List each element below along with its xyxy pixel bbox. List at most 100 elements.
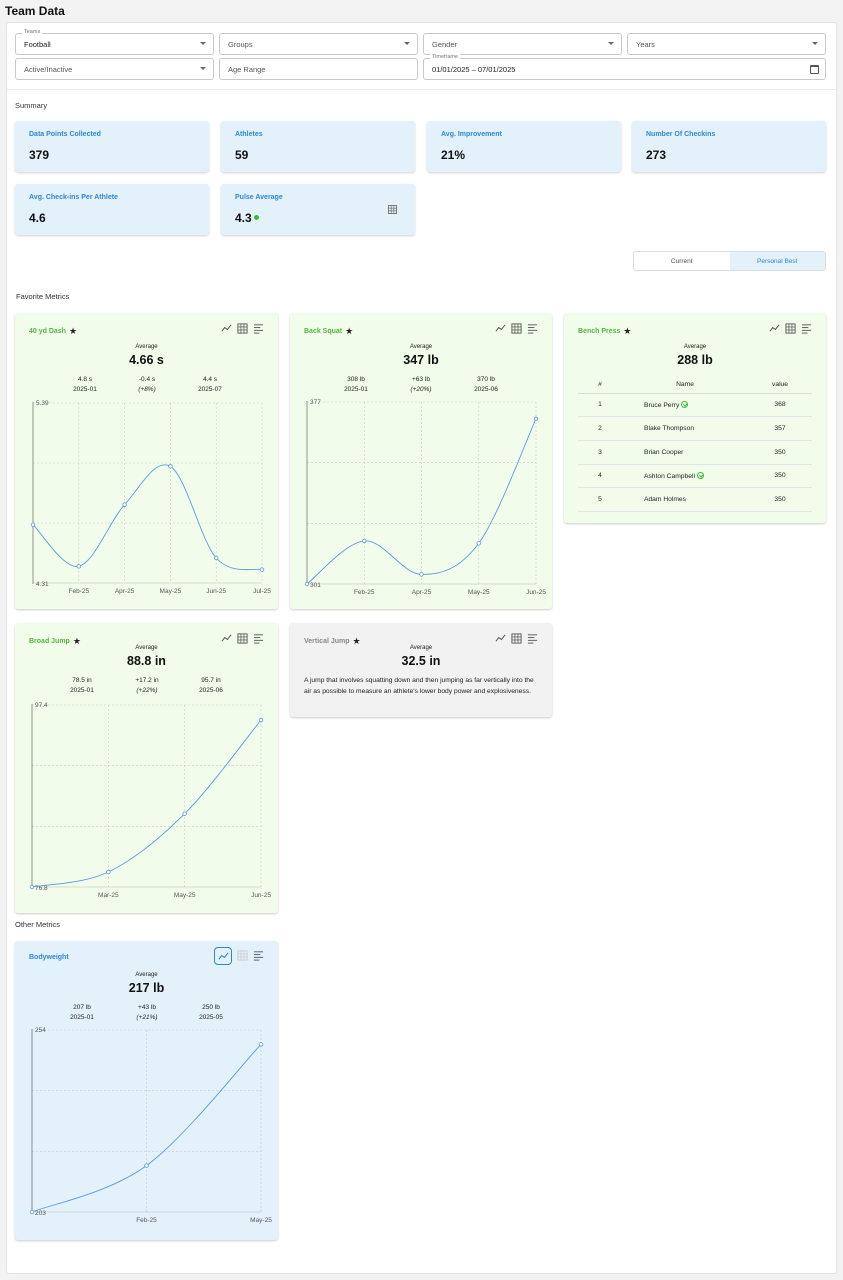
years-select[interactable]: Years <box>627 33 826 55</box>
change-value: -0.4 s <box>138 376 156 383</box>
line-chart-icon[interactable] <box>221 323 232 334</box>
x-tick-label: Feb-25 <box>136 1217 157 1224</box>
table-icon[interactable] <box>511 323 522 334</box>
athlete-name: Brian Cooper <box>644 448 684 456</box>
first-stat: 308 lb 2025-01 <box>321 375 391 395</box>
athlete-name: Ashton Campbell <box>644 472 695 480</box>
line-chart-icon[interactable] <box>221 633 232 644</box>
pulse-value-wrap: 4.3 <box>235 211 259 225</box>
metric-card-broad-jump: Broad Jump ★ Average 88.8 in 78.5 in 2025-… <box>15 623 278 913</box>
last-value: 4.4 s <box>202 376 218 383</box>
table-icon[interactable] <box>237 950 248 961</box>
chart-back-squat: 377 301 Feb-25 Apr-25 May-25 Jun-25 <box>304 399 546 596</box>
change-percent: (+8%) <box>138 386 156 393</box>
metric-title: Back Squat ★ <box>304 326 353 337</box>
athlete-name: Blake Thompson <box>644 425 695 433</box>
stat-title: Data Points Collected <box>29 131 101 138</box>
star-icon[interactable]: ★ <box>345 326 353 337</box>
stat-card-checkins: Number Of Checkins 273 <box>632 121 826 172</box>
list-icon[interactable] <box>801 323 812 334</box>
stat-value: 21% <box>441 148 466 162</box>
name-cell: Blake Thompson <box>622 416 748 441</box>
toggle-personal-best[interactable]: Personal Best <box>729 252 825 270</box>
table-row[interactable]: 5 Adam Holmes 350 <box>578 487 812 512</box>
current-personal-best-toggle: Current Personal Best <box>633 251 826 271</box>
data-point <box>106 869 111 875</box>
teams-select[interactable]: Teams Football <box>15 29 214 55</box>
grid-icon[interactable] <box>388 205 397 214</box>
value-cell: 350 <box>748 487 812 512</box>
change-stat: +43 lb (+21%) <box>112 1003 182 1023</box>
view-icons <box>495 323 538 334</box>
y-tick-label: 377 <box>310 399 321 406</box>
table-row[interactable]: 4 Ashton Campbell 350 <box>578 464 812 489</box>
teams-value: Football <box>24 39 51 49</box>
y-tick-label: 97.4 <box>35 702 48 709</box>
line-chart-icon[interactable] <box>769 323 780 334</box>
name-cell: Ashton Campbell <box>622 464 748 489</box>
line-chart-icon[interactable] <box>495 323 506 334</box>
metric-title-text: Broad Jump <box>29 638 70 645</box>
table-icon[interactable] <box>237 633 248 644</box>
list-icon[interactable] <box>527 633 538 644</box>
x-tick-label: Apr-25 <box>412 589 432 596</box>
metric-title-text: Bench Press <box>578 328 621 335</box>
first-stat: 78.5 in 2025-01 <box>47 676 117 696</box>
average-value: 4.66 s <box>129 353 164 367</box>
active-inactive-select[interactable]: Active/Inactive <box>15 58 214 80</box>
table-row[interactable]: 2 Blake Thompson 357 <box>578 416 812 441</box>
leaderboard-table: # Name value 1 Bruce Perry 368 2 Blake T… <box>578 377 812 512</box>
metric-title-text: Bodyweight <box>29 954 69 961</box>
metric-title: Bodyweight <box>29 954 69 961</box>
calendar-icon[interactable] <box>810 65 819 74</box>
groups-select[interactable]: Groups <box>219 33 418 55</box>
name-cell: Adam Holmes <box>622 487 748 512</box>
table-icon[interactable] <box>237 323 248 334</box>
average-value: 288 lb <box>677 353 713 367</box>
toggle-current[interactable]: Current <box>634 252 730 270</box>
view-icons <box>214 947 264 965</box>
first-stat: 4.8 s 2025-01 <box>50 375 120 395</box>
first-value: 78.5 in <box>72 677 92 684</box>
star-icon[interactable]: ★ <box>69 326 77 337</box>
data-point <box>29 1209 35 1215</box>
metric-card-back-squat: Back Squat ★ Average 347 lb 308 lb 2025-01… <box>290 313 552 609</box>
gender-select[interactable]: Gender <box>423 33 622 55</box>
last-value: 95.7 in <box>201 677 221 684</box>
stat-title: Number Of Checkins <box>646 131 716 138</box>
table-icon[interactable] <box>785 323 796 334</box>
list-icon[interactable] <box>253 323 264 334</box>
stat-card-data-points: Data Points Collected 379 <box>15 121 209 172</box>
athlete-name: Bruce Perry <box>644 401 680 409</box>
change-stat: +17.2 in (+22%) <box>112 676 182 696</box>
star-icon[interactable]: ★ <box>623 326 631 337</box>
line-chart-icon[interactable] <box>495 633 506 644</box>
stat-value: 4.3 <box>235 211 252 225</box>
timeframe-field[interactable]: Timeframe 01/01/2025 – 07/01/2025 <box>423 54 826 80</box>
line-chart-view-button[interactable] <box>214 947 232 965</box>
metric-title: Bench Press ★ <box>578 326 632 337</box>
list-icon[interactable] <box>253 633 264 644</box>
list-icon[interactable] <box>527 323 538 334</box>
stat-title: Athletes <box>235 131 263 138</box>
metric-card-bodyweight: Bodyweight Average 217 lb 207 lb 2025-01 … <box>15 941 278 1240</box>
age-range-input[interactable]: Age Range <box>219 58 418 80</box>
y-tick-label: 301 <box>310 582 321 589</box>
stat-value: 4.6 <box>29 211 46 225</box>
stat-title: Avg. Improvement <box>441 131 502 138</box>
data-point <box>168 464 173 469</box>
table-icon[interactable] <box>511 633 522 644</box>
x-tick-label: May-25 <box>250 1217 272 1224</box>
table-row[interactable]: 3 Brian Cooper 350 <box>578 440 812 465</box>
rank-cell: 2 <box>578 416 622 441</box>
name-cell: Brian Cooper <box>622 440 748 465</box>
list-icon[interactable] <box>253 950 264 961</box>
last-stat: 4.4 s 2025-07 <box>175 375 245 395</box>
summary-label: Summary <box>15 101 48 110</box>
data-point <box>76 564 81 569</box>
chart-40yd-dash: 5.39 4.31 Feb-25 Apr-25 May-25 Jun-25 Jul-25 <box>30 400 271 595</box>
y-tick-label: 5.39 <box>36 400 49 407</box>
active-placeholder: Active/Inactive <box>24 64 73 74</box>
value-cell: 350 <box>748 440 812 465</box>
table-row[interactable]: 1 Bruce Perry 368 <box>578 393 812 418</box>
